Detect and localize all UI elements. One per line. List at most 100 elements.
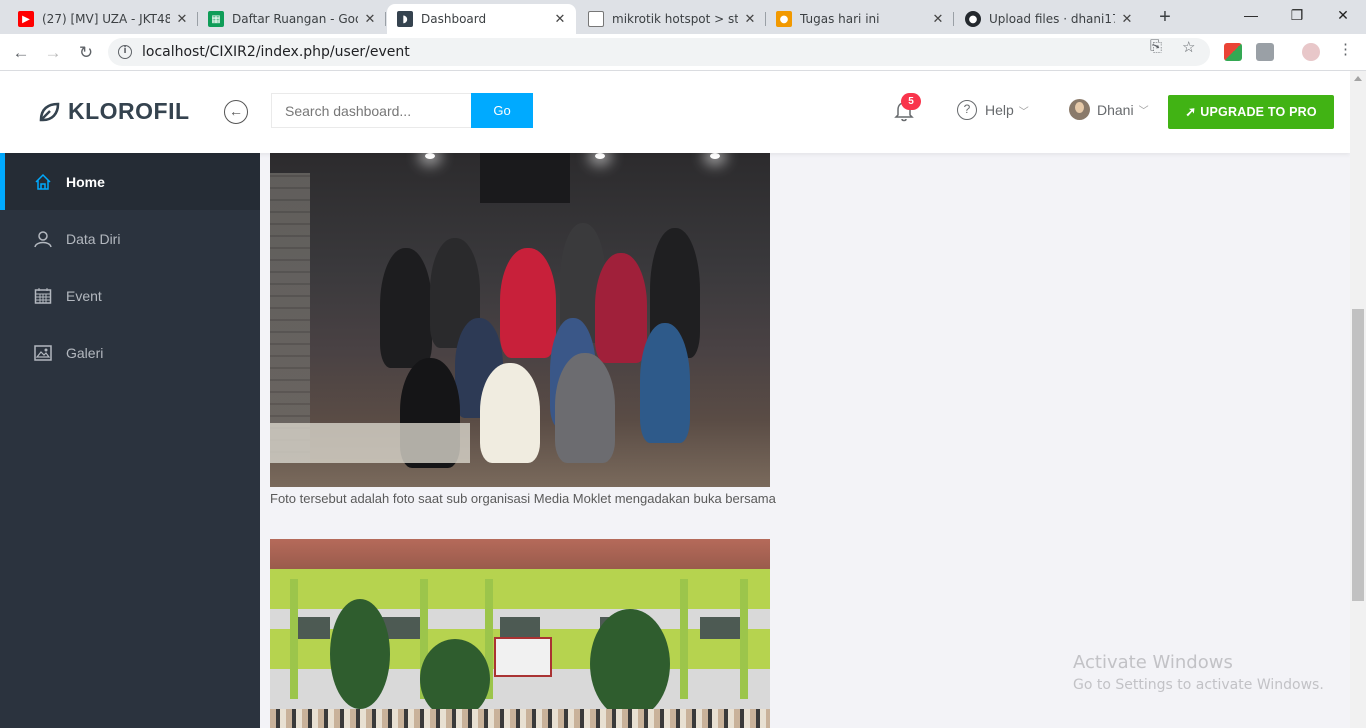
ceiling-lamp [595,153,605,159]
sheets-icon: ▦ [208,11,224,27]
bookmark-star-icon[interactable]: ☆ [1182,38,1195,56]
sidebar: Home Data Diri Event Galeri [0,153,260,728]
brand-name: KLOROFIL [68,98,190,124]
new-tab-button[interactable]: + [1152,5,1178,31]
group-of-students [270,709,770,728]
url-text: localhost/CIXIR2/index.php/user/event [142,44,410,60]
page-viewport: KLOROFIL ← Go 5 ? Help ﹀ Dhani ﹀ ➚ UPGRA… [0,71,1350,728]
extension-icon[interactable] [1224,43,1242,61]
tree [330,599,390,709]
chevron-down-icon: ﹀ [1138,106,1149,117]
watermark-title: Activate Windows [1073,652,1233,673]
person [640,323,690,443]
user-dropdown[interactable]: Dhani ﹀ [1069,99,1149,120]
forward-arrow-icon[interactable]: → [40,40,66,66]
notification-badge: 5 [901,93,921,110]
brick-wall [270,173,310,463]
minimize-icon[interactable]: — [1228,0,1274,30]
upgrade-button[interactable]: ➚ UPGRADE TO PRO [1168,95,1334,129]
sidebar-item-home[interactable]: Home [0,153,260,210]
browser-tab[interactable]: ▶ (27) [MV] UZA - JKT48 - ✕ [8,4,198,34]
window [500,617,540,639]
ceiling-lamp [710,153,720,159]
watermark-subtitle: Go to Settings to activate Windows. [1073,677,1324,693]
close-tab-icon[interactable]: ✕ [1119,12,1135,27]
event-photo-buka-bersama [270,153,770,487]
top-navbar: KLOROFIL ← Go 5 ? Help ﹀ Dhani ﹀ ➚ UPGRA… [0,71,1350,153]
rocket-icon: ➚ [1185,104,1197,119]
tab-title: mikrotik hotspot > statu [612,12,738,26]
browser-tab[interactable]: ● Tugas hari ini ✕ [766,4,954,34]
sidebar-item-data-diri[interactable]: Data Diri [0,210,260,267]
leaf-icon [39,102,60,121]
info-icon[interactable]: i [118,45,132,59]
close-window-icon[interactable]: ✕ [1320,0,1366,30]
sidebar-item-event[interactable]: Event [0,267,260,324]
tab-title: Tugas hari ini [800,12,880,26]
menu-dots-icon[interactable]: ⋮ [1338,40,1353,58]
person [480,363,540,463]
sidebar-item-label: Event [66,287,102,304]
pillar [680,579,688,699]
basketball-hoop [494,637,552,677]
brand-logo[interactable]: KLOROFIL [38,98,190,125]
tab-title: Upload files · dhani1711 [989,12,1115,26]
sidebar-toggle-arrow-icon[interactable]: ← [224,100,248,124]
back-arrow-icon[interactable]: ← [8,40,34,66]
person [555,353,615,463]
search-input[interactable] [271,93,471,128]
person [500,248,556,358]
reload-icon[interactable]: ↻ [73,40,99,66]
person [380,248,432,368]
windows-activation-watermark: Activate Windows Go to Settings to activ… [1073,652,1324,693]
tab-title: Daftar Ruangan - Googl [232,12,358,26]
pillar [740,579,748,699]
close-tab-icon[interactable]: ✕ [930,12,946,27]
help-label: Help [985,102,1014,118]
browser-tab[interactable]: ● Upload files · dhani1711 ✕ [955,4,1143,34]
chevron-down-icon: ﹀ [1018,106,1029,118]
window [700,617,740,639]
pillar [290,579,298,699]
sidebar-item-galeri[interactable]: Galeri [0,324,260,381]
school-roof [270,539,770,569]
close-tab-icon[interactable]: ✕ [174,12,190,27]
tab-title: (27) [MV] UZA - JKT48 - [42,12,170,26]
sidebar-item-label: Data Diri [66,230,121,247]
page-scrollbar[interactable] [1350,71,1366,728]
browser-tab-active[interactable]: ◗ Dashboard ✕ [387,4,576,34]
sidebar-item-label: Home [66,173,105,190]
browser-tab[interactable]: ▦ Daftar Ruangan - Googl ✕ [198,4,386,34]
close-tab-icon[interactable]: ✕ [362,12,378,27]
help-dropdown[interactable]: ? Help ﹀ [957,100,1029,120]
page-icon [588,11,604,27]
question-circle-icon: ? [957,100,977,120]
restore-icon[interactable]: ❐ [1274,0,1320,30]
close-tab-icon[interactable]: ✕ [552,12,568,27]
tasks-icon: ● [776,11,792,27]
sidebar-item-label: Galeri [66,344,104,361]
person [595,253,647,363]
profile-avatar-icon[interactable] [1302,43,1320,61]
tab-title: Dashboard [421,12,487,26]
scrollbar-thumb[interactable] [1352,309,1364,601]
ceiling-lamp [425,153,435,159]
scroll-up-arrow-icon[interactable] [1354,76,1362,81]
translate-icon[interactable]: ⎘ [1150,38,1162,55]
browser-tab-strip: ▶ (27) [MV] UZA - JKT48 - ✕ ▦ Daftar Rua… [0,0,1366,34]
user-name: Dhani [1097,101,1134,118]
browser-tab[interactable]: mikrotik hotspot > statu ✕ [578,4,766,34]
photo-caption: Foto tersebut adalah foto saat sub organ… [270,491,776,506]
tv-screen [480,153,570,203]
avatar [1069,99,1090,120]
upgrade-label: UPGRADE TO PRO [1200,105,1317,119]
search-go-button[interactable]: Go [471,93,533,128]
close-tab-icon[interactable]: ✕ [742,12,758,27]
address-bar[interactable]: i localhost/CIXIR2/index.php/user/event [108,38,1210,66]
github-icon: ● [965,11,981,27]
youtube-icon: ▶ [18,11,34,27]
camera-icon[interactable] [1256,43,1274,61]
klorofil-icon: ◗ [397,11,413,27]
image-icon [34,344,52,362]
home-icon [34,173,52,191]
